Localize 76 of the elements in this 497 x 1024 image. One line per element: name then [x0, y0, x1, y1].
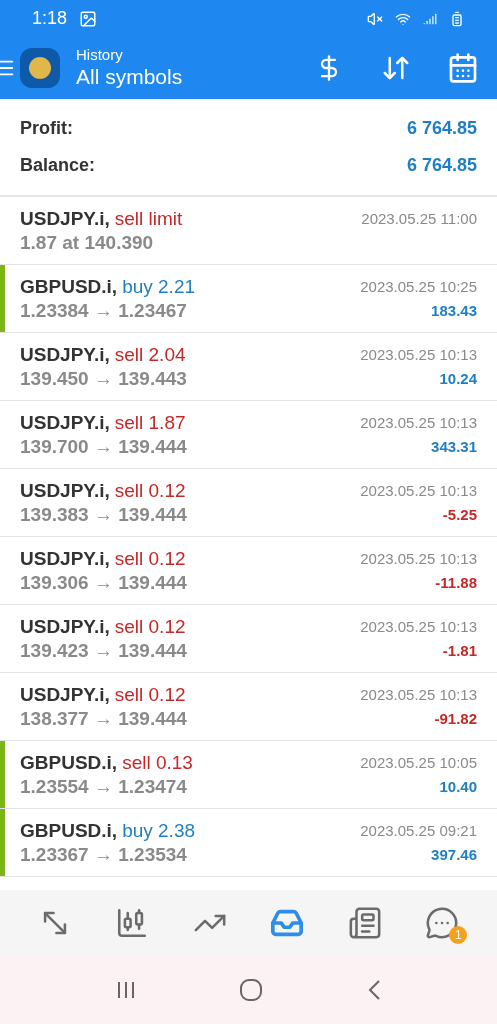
summary-value: 6 764.85 — [406, 117, 477, 140]
app-bar-title: History — [76, 45, 124, 65]
deal-time: 2023.05.25 10:13 — [360, 685, 477, 705]
deal-time: 2023.05.25 10:13 — [360, 549, 477, 569]
deal-profit: -11.88 — [435, 573, 477, 593]
deal-profit: 397.46 — [431, 845, 477, 865]
summary-label: Profit: — [20, 117, 73, 140]
deal-row[interactable]: USDJPY.i, sell 0.12 138.377 → 139.444 2023.05.25 10:13 -91.82 — [0, 673, 497, 741]
deal-symbol: USDJPY.i, — [20, 683, 110, 707]
signal-icon — [423, 11, 437, 26]
image-icon — [79, 9, 98, 28]
deal-symbol: USDJPY.i, — [20, 479, 110, 503]
deal-time: 2023.05.25 10:13 — [360, 481, 477, 501]
deal-prices: 139.306 → 139.444 — [20, 571, 187, 595]
deal-time: 2023.05.25 10:13 — [360, 413, 477, 433]
deal-row[interactable]: GBPUSD.i, buy 2.21 1.23384 → 1.23467 2023.05.25 10:25 183.43 — [0, 265, 497, 333]
calendar-icon[interactable] — [447, 52, 479, 84]
deal-row[interactable]: GBPUSD.i, buy 2.38 1.23367 → 1.23534 2023.05.25 09:21 397.46 — [0, 809, 497, 877]
deal-row[interactable]: USDJPY.i, sell 2.04 139.450 → 139.443 2023.05.25 10:13 10.24 — [0, 333, 497, 401]
deal-prices: 139.450 → 139.443 — [20, 367, 187, 391]
deal-prices: 138.377 → 139.444 — [20, 707, 187, 731]
deal-row[interactable]: USDJPY.i, sell limit 1.87 at 140.390 2023.05.25 11:00 — [0, 197, 497, 265]
deal-prices: 1.23384 → 1.23467 — [20, 299, 188, 323]
deal-profit: 10.40 — [439, 777, 477, 797]
deal-action: sell 0.13 — [122, 751, 193, 775]
deal-profit: -1.81 — [442, 641, 477, 661]
deal-prices: 139.700 → 139.444 — [20, 435, 187, 459]
deal-prices: 139.383 → 139.444 — [20, 503, 187, 527]
app-bar-subtitle: All symbols — [76, 64, 183, 91]
deal-action: sell 0.12 — [114, 479, 186, 503]
deal-symbol: USDJPY.i, — [20, 207, 110, 231]
deal-action: buy 2.21 — [122, 275, 196, 299]
deal-symbol: USDJPY.i, — [20, 547, 110, 571]
deal-prices: 1.23367 → 1.23534 — [20, 843, 188, 867]
deal-prices: 139.423 → 139.444 — [20, 639, 187, 663]
summary-label: Balance: — [20, 154, 96, 177]
deal-profit: -91.82 — [434, 709, 477, 729]
deal-action: sell 1.87 — [114, 411, 186, 435]
deal-action: sell 0.12 — [114, 547, 186, 571]
chat-icon — [425, 906, 460, 940]
app-logo — [20, 48, 60, 88]
deal-row[interactable]: USDJPY.i, sell 1.87 139.700 → 139.444 2023.05.25 10:13 343.31 — [0, 401, 497, 469]
deal-symbol: GBPUSD.i, — [20, 751, 118, 775]
deal-row[interactable]: USDJPY.i, sell 0.12 139.306 → 139.444 2023.05.25 10:13 -11.88 — [0, 537, 497, 605]
deal-symbol: GBPUSD.i, — [20, 819, 118, 843]
deal-action: sell limit — [114, 207, 183, 231]
deal-action: buy 2.38 — [122, 819, 196, 843]
deal-prices: 1.23554 → 1.23474 — [20, 775, 188, 799]
deal-symbol: USDJPY.i, — [20, 343, 110, 367]
deal-action: sell 0.12 — [114, 683, 186, 707]
deal-time: 2023.05.25 10:05 — [360, 753, 477, 773]
summary-value: 6 764.85 — [406, 154, 477, 177]
deal-time: 2023.05.25 10:25 — [360, 277, 477, 297]
deal-row[interactable]: USDJPY.i, sell 0.12 139.383 → 139.444 2023.05.25 10:13 -5.25 — [0, 469, 497, 537]
deal-symbol: GBPUSD.i, — [20, 275, 118, 299]
deal-row[interactable]: GBPUSD.i, sell 0.13 1.23554 → 1.23474 2023.05.25 10:05 10.40 — [0, 741, 497, 809]
deal-time: 2023.05.25 10:13 — [360, 345, 477, 365]
deal-symbol: USDJPY.i, — [20, 411, 110, 435]
deal-action: sell 2.04 — [114, 343, 186, 367]
deal-symbol: USDJPY.i, — [20, 615, 110, 639]
deal-profit: 183.43 — [431, 301, 477, 321]
notification-badge: 1 — [449, 926, 468, 944]
deal-time: 2023.05.25 09:21 — [360, 821, 477, 841]
deal-time: 2023.05.25 11:00 — [361, 209, 477, 229]
deal-profit: 343.31 — [431, 437, 477, 457]
deal-profit: 10.24 — [439, 369, 477, 389]
newspaper-icon — [347, 906, 382, 940]
deal-row[interactable]: USDJPY.i, sell 0.12 139.423 → 139.444 2023.05.25 10:13 -1.81 — [0, 605, 497, 673]
status-time: 1:18 — [32, 7, 68, 30]
home-icon[interactable] — [239, 978, 264, 1002]
deal-action: sell 0.12 — [114, 615, 186, 639]
deal-prices: 1.87 at 140.390 — [20, 231, 155, 255]
deal-profit: -5.25 — [442, 505, 477, 525]
battery-icon — [449, 10, 465, 27]
deal-time: 2023.05.25 10:13 — [360, 617, 477, 637]
mute-icon — [367, 10, 383, 27]
